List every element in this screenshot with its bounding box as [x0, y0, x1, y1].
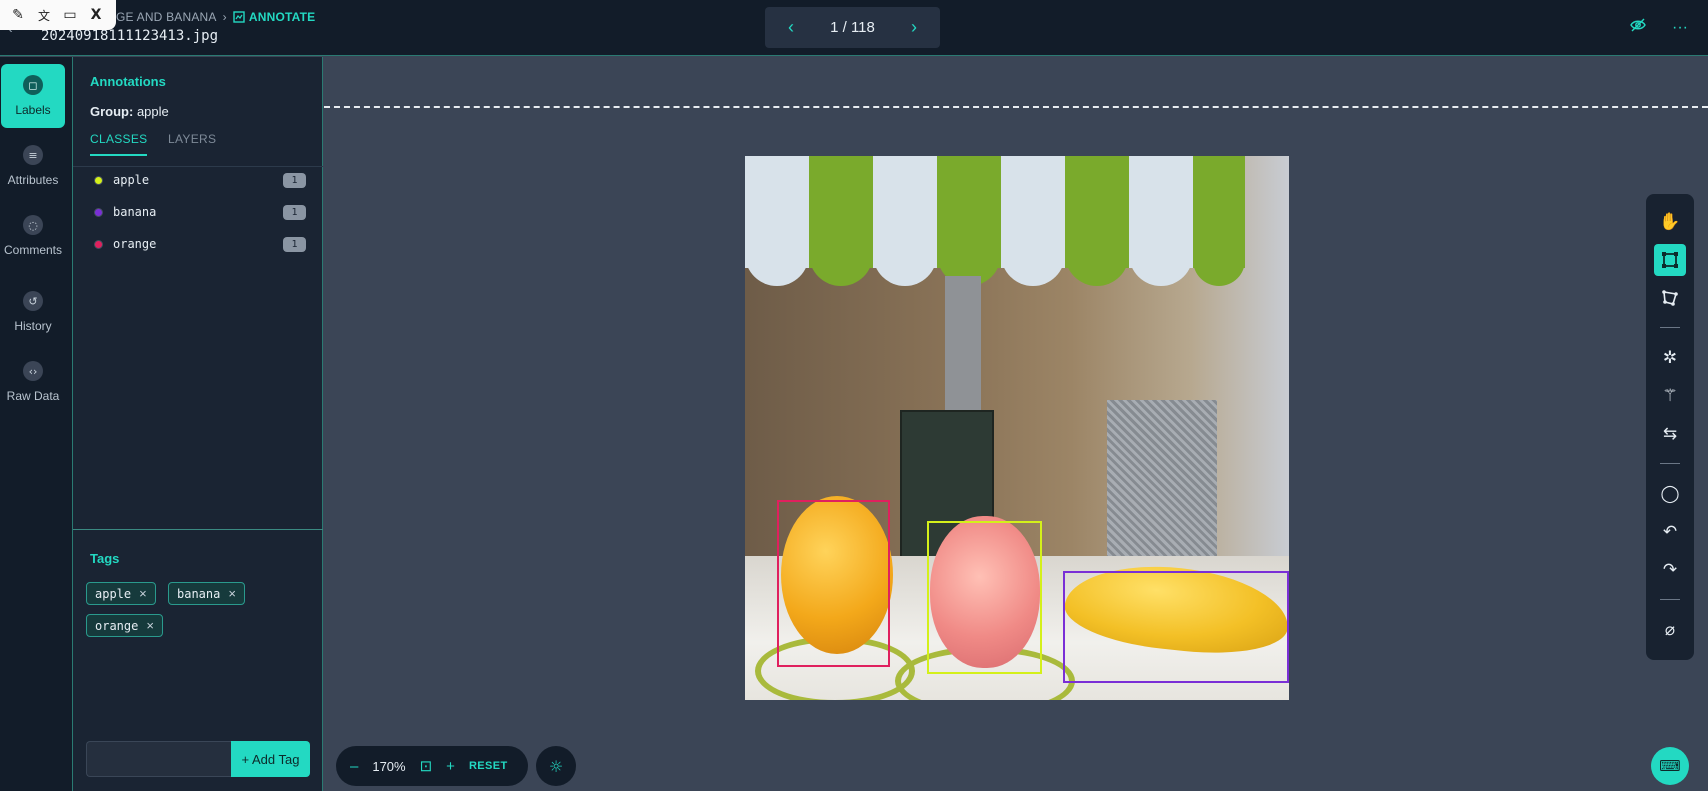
more-icon[interactable]: ··· — [1670, 19, 1690, 37]
remove-tag-icon[interactable]: × — [228, 586, 236, 601]
class-row-apple[interactable]: apple 1 — [90, 170, 306, 190]
left-rail: ◻ Labels ≡ Attributes ◌ Comments ↺ Histo… — [0, 57, 73, 791]
image-counter: 1 / 118 — [830, 19, 875, 36]
x-logo-icon[interactable]: X — [86, 5, 106, 25]
breadcrumb-separator-icon: › — [222, 10, 227, 24]
label-icon: ◻ — [23, 75, 43, 95]
group-value: apple — [136, 104, 169, 119]
tag-chip-label: apple — [95, 586, 132, 601]
rail-item-raw-data[interactable]: ‹› Raw Data — [1, 350, 65, 414]
breadcrumb-annotate: ANNOTATE — [233, 10, 315, 24]
rail-label: History — [14, 319, 52, 333]
list-icon: ≡ — [23, 145, 43, 165]
annotate-icon — [233, 11, 245, 23]
class-color-dot — [94, 175, 103, 185]
class-name: orange — [113, 237, 157, 251]
panel-tabs: CLASSES LAYERS — [73, 130, 323, 167]
group-label: Group: — [90, 104, 134, 119]
class-count-badge: 1 — [283, 172, 306, 188]
comment-icon: ◌ — [23, 215, 43, 235]
toolbar-divider — [1660, 599, 1680, 600]
bbox-orange[interactable] — [777, 500, 890, 667]
brightness-icon[interactable]: ☼ — [536, 746, 576, 786]
tag-chip-label: banana — [177, 586, 221, 601]
bbox-apple[interactable] — [927, 521, 1042, 674]
hand-icon[interactable]: ✋ — [1654, 206, 1686, 238]
highlighter-icon[interactable]: ✎ — [8, 5, 28, 25]
tab-classes[interactable]: CLASSES — [90, 132, 148, 156]
toolbar-divider — [1660, 463, 1680, 464]
translate-icon[interactable]: 文 — [34, 5, 54, 25]
swap-icon[interactable]: ⇆ — [1654, 418, 1686, 450]
right-toolbar: ✋ ✲ ⚚ ⇆ ◯ ↶ ↷ ⌀ — [1646, 194, 1694, 660]
rail-label: Labels — [15, 103, 51, 117]
bbox-banana[interactable] — [1063, 571, 1289, 683]
floating-mini-toolbar: ✎ 文 ▭ X — [0, 0, 116, 30]
breadcrumb: GE AND BANANA › ANNOTATE — [116, 10, 315, 24]
rail-item-labels[interactable]: ◻ Labels — [1, 64, 65, 128]
tab-layers[interactable]: LAYERS — [168, 132, 216, 154]
hide-icon[interactable]: ⌀ — [1654, 614, 1686, 646]
image-power-supply — [1107, 400, 1217, 580]
rail-label: Raw Data — [6, 389, 60, 403]
group-indicator: Group: apple — [90, 104, 169, 119]
comment-icon[interactable]: ◯ — [1654, 478, 1686, 510]
prev-image-button[interactable]: ‹ — [783, 17, 799, 38]
keyboard-icon[interactable]: ⌨ — [1651, 747, 1689, 785]
tag-chip-apple[interactable]: apple × — [86, 582, 156, 605]
tag-chip-orange[interactable]: orange × — [86, 614, 163, 637]
tag-chip-banana[interactable]: banana × — [168, 582, 245, 605]
code-icon: ‹› — [23, 361, 43, 381]
class-color-dot — [94, 239, 103, 249]
auto-annotate-icon[interactable]: ✲ — [1654, 342, 1686, 374]
rail-label: Attributes — [7, 173, 59, 187]
breadcrumb-annotate-label: ANNOTATE — [248, 10, 316, 24]
remove-tag-icon[interactable]: × — [139, 586, 147, 601]
rail-label: Comments — [3, 243, 62, 257]
panel-divider — [73, 529, 323, 530]
redo-icon[interactable]: ↷ — [1654, 554, 1686, 586]
class-count-badge: 1 — [283, 236, 306, 252]
tag-chip-label: orange — [95, 618, 139, 633]
bookmark-icon[interactable]: ▭ — [60, 5, 80, 25]
file-name: 20240918111123413.jpg — [41, 28, 219, 44]
class-name: apple — [113, 173, 150, 187]
image-pager: ‹ 1 / 118 › — [765, 7, 940, 48]
rail-item-comments[interactable]: ◌ Comments — [1, 204, 65, 268]
zoom-in-button[interactable]: + — [446, 758, 455, 775]
tags-title: Tags — [90, 551, 120, 566]
class-row-orange[interactable]: orange 1 — [90, 234, 306, 254]
canvas-guide-line — [324, 106, 1708, 108]
magic-wand-icon[interactable]: ⚚ — [1654, 380, 1686, 412]
rail-item-attributes[interactable]: ≡ Attributes — [1, 134, 65, 198]
fit-lock-icon[interactable]: ⊡ — [420, 757, 433, 775]
zoom-controls: – 170% ⊡ + RESET — [336, 746, 528, 786]
zoom-level: 170% — [372, 758, 406, 774]
tag-input[interactable] — [86, 741, 232, 777]
eye-off-icon[interactable] — [1628, 17, 1648, 38]
class-color-dot — [94, 207, 103, 217]
next-image-button[interactable]: › — [906, 17, 922, 38]
reset-zoom-button[interactable]: RESET — [469, 760, 508, 772]
zoom-out-button[interactable]: – — [350, 758, 358, 775]
undo-icon[interactable]: ↶ — [1654, 516, 1686, 548]
header-actions: ··· — [1628, 17, 1690, 38]
class-name: banana — [113, 205, 157, 219]
toolbar-divider — [1660, 327, 1680, 328]
top-bar: ‹ GE AND BANANA › ANNOTATE 2024091811112… — [0, 0, 1708, 56]
class-count-badge: 1 — [283, 204, 306, 220]
annotations-panel: Annotations Group: apple CLASSES LAYERS … — [73, 57, 323, 791]
remove-tag-icon[interactable]: × — [146, 618, 154, 633]
class-row-banana[interactable]: banana 1 — [90, 202, 306, 222]
breadcrumb-project[interactable]: GE AND BANANA — [116, 10, 217, 24]
annotation-image[interactable] — [745, 156, 1289, 700]
add-tag-button[interactable]: + Add Tag — [231, 741, 310, 777]
history-icon: ↺ — [23, 291, 43, 311]
bounding-box-icon[interactable] — [1654, 244, 1686, 276]
polygon-icon[interactable] — [1654, 282, 1686, 314]
rail-item-history[interactable]: ↺ History — [1, 280, 65, 344]
panel-title: Annotations — [90, 74, 166, 89]
